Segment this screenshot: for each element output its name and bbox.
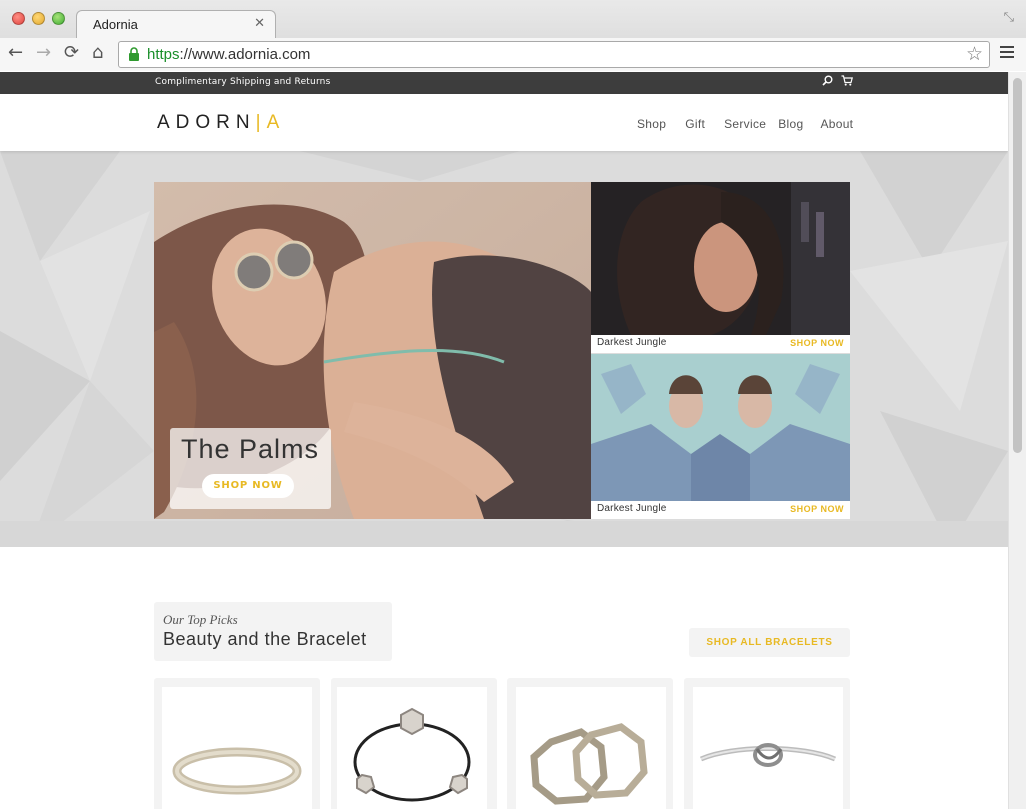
photo-woman-dark-hair [591, 182, 850, 335]
product-card[interactable] [331, 678, 497, 809]
adornia-logo[interactable]: ADORN|A [157, 112, 285, 134]
hero-section: The Palms SHOP NOW Darkest Jungle SHOP N… [0, 151, 1008, 547]
hammered-bangle-image [172, 747, 302, 795]
browser-menu-icon[interactable] [1000, 46, 1014, 61]
top-picks-title: Beauty and the Bracelet [163, 629, 367, 649]
web-page: Complimentary Shipping and Returns ADORN… [0, 72, 1008, 809]
feature-title: The Palms [181, 434, 320, 464]
collection-name: Darkest Jungle [597, 337, 667, 348]
address-bar[interactable]: https://www.adornia.com ☆ [118, 41, 990, 68]
product-image [337, 687, 487, 809]
top-picks-heading: Our Top Picks Beauty and the Bracelet [154, 602, 392, 661]
nav-link-about[interactable]: About [820, 117, 853, 131]
shop-now-link[interactable]: SHOP NOW [790, 504, 844, 514]
product-grid [154, 678, 850, 809]
nav-link-gift[interactable]: Gift [685, 117, 705, 131]
lock-icon [129, 47, 139, 61]
collection-name: Darkest Jungle [597, 503, 667, 514]
home-icon[interactable]: ⌂ [92, 43, 103, 63]
knot-cuff-image [699, 743, 837, 767]
side-caption: Darkest Jungle SHOP NOW [591, 335, 850, 353]
close-window-button[interactable] [12, 12, 25, 25]
minimize-window-button[interactable] [32, 12, 45, 25]
nav-link-shop[interactable]: Shop [637, 117, 666, 131]
feature-shop-now-button[interactable]: SHOP NOW [202, 474, 294, 498]
forward-icon[interactable]: → [36, 43, 51, 63]
scrollbar-thumb[interactable] [1013, 78, 1022, 453]
site-header: ADORN|A Shop Gift Service Blog About [0, 94, 1008, 151]
promo-text: Complimentary Shipping and Returns [155, 77, 331, 87]
feature-the-palms[interactable]: The Palms SHOP NOW [154, 182, 591, 519]
fullscreen-icon[interactable]: ⤡ [1004, 10, 1014, 25]
product-card[interactable] [507, 678, 673, 809]
photo-mirrored-models [591, 354, 850, 501]
product-image [162, 687, 312, 809]
tab-title: Adornia [93, 17, 138, 32]
product-card[interactable] [684, 678, 850, 809]
product-image [693, 687, 843, 809]
window-controls [12, 12, 65, 25]
feature-caption: The Palms SHOP NOW [170, 428, 331, 509]
tab-close-icon[interactable]: ✕ [254, 16, 265, 31]
product-image [516, 687, 666, 809]
topbar-icons [822, 75, 853, 86]
feature-darkest-jungle-1[interactable]: Darkest Jungle SHOP NOW [591, 182, 850, 353]
promo-bar: Complimentary Shipping and Returns [0, 72, 1008, 94]
side-caption: Darkest Jungle SHOP NOW [591, 501, 850, 519]
feature-darkest-jungle-2[interactable]: Darkest Jungle SHOP NOW [591, 354, 850, 519]
nav-link-service[interactable]: Service [724, 117, 766, 131]
browser-tab[interactable]: Adornia ✕ [76, 10, 276, 38]
octagon-bangle-pair-image [530, 723, 648, 805]
browser-chrome: Adornia ✕ ⤡ ← → ⟳ ⌂ https://www.adornia.… [0, 0, 1026, 71]
hexagon-bangle-image [353, 707, 471, 802]
url-text: https://www.adornia.com [147, 46, 311, 63]
top-picks-kicker: Our Top Picks [163, 612, 238, 627]
page-scrollbar[interactable] [1008, 72, 1026, 809]
shop-now-link[interactable]: SHOP NOW [790, 338, 844, 348]
search-icon[interactable] [822, 75, 833, 86]
zoom-window-button[interactable] [52, 12, 65, 25]
cart-icon[interactable] [841, 75, 853, 86]
bookmark-star-icon[interactable]: ☆ [966, 43, 983, 65]
back-icon[interactable]: ← [8, 43, 23, 63]
product-card[interactable] [154, 678, 320, 809]
main-nav: Shop Gift Service Blog About [637, 117, 853, 131]
shop-all-bracelets-button[interactable]: SHOP ALL BRACELETS [689, 628, 850, 657]
reload-icon[interactable]: ⟳ [64, 43, 79, 63]
nav-link-blog[interactable]: Blog [778, 117, 803, 131]
browser-toolbar: ← → ⟳ ⌂ https://www.adornia.com ☆ [0, 38, 1026, 71]
